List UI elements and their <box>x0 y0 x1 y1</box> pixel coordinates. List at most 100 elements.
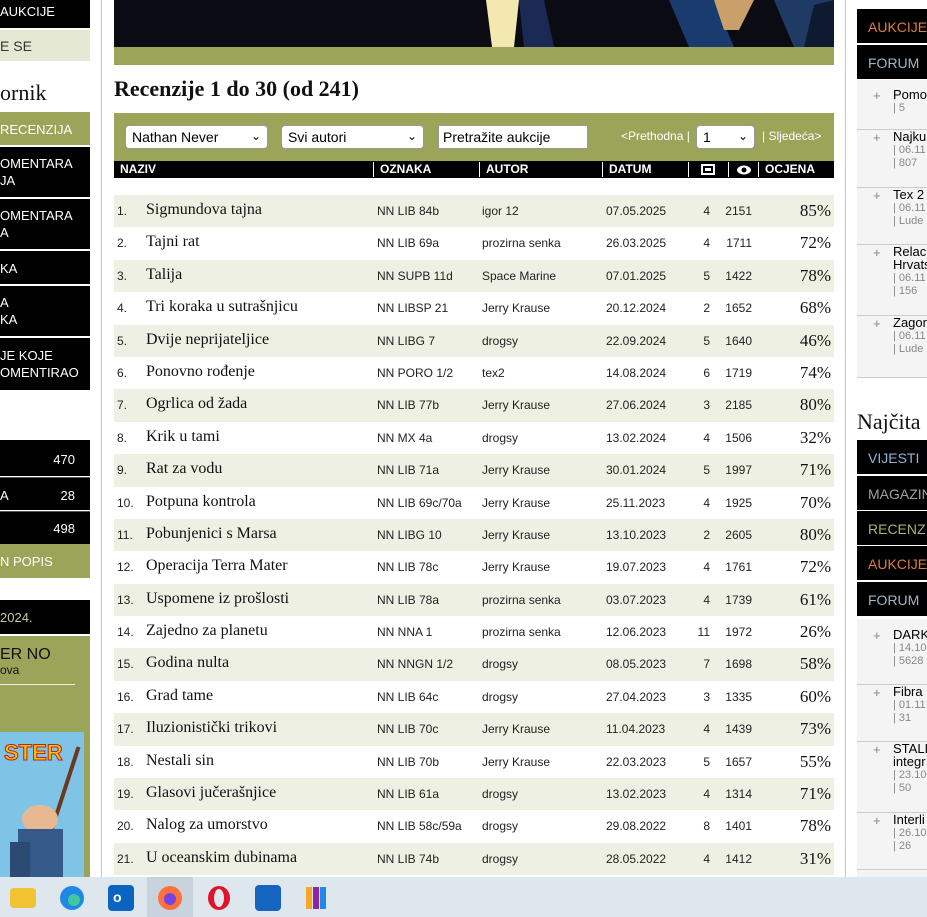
opera-icon[interactable] <box>206 885 232 911</box>
review-title-link[interactable]: Godina nulta <box>146 654 229 672</box>
table-row[interactable]: 17. Iluzionistički trikovi NN LIB 70c Jerry… <box>114 713 834 746</box>
table-row[interactable]: 19. Glasovi jučerašnjice NN LIB 61a drogsy 1… <box>114 778 834 811</box>
menu-item-3[interactable]: OMENTARA A <box>0 199 90 249</box>
review-title-link[interactable]: Grad tame <box>146 687 213 705</box>
author-link[interactable]: drogsy <box>482 787 518 801</box>
author-link[interactable]: drogsy <box>482 657 518 671</box>
review-title-link[interactable]: Sigmundova tajna <box>146 201 262 219</box>
review-title-link[interactable]: Ponovno rođenje <box>146 363 255 381</box>
most-read-item[interactable]: + STALI integr | 23.10 | 50 <box>857 742 927 813</box>
app-icon[interactable] <box>304 885 330 911</box>
table-row[interactable]: 9. Rat za vodu NN LIB 71a Jerry Krause 30.01… <box>114 454 834 487</box>
menu-item-4[interactable]: KA <box>0 251 90 284</box>
nav-login-link[interactable]: E SE <box>0 30 90 61</box>
table-row[interactable]: 20. Nalog za umorstvo NN LIB 58c/59a drogsy… <box>114 810 834 842</box>
series-select[interactable]: Nathan Never ⌄ <box>125 125 268 149</box>
review-title-link[interactable]: Glasovi jučerašnjice <box>146 784 276 802</box>
author-link[interactable]: Jerry Krause <box>482 755 550 769</box>
author-link[interactable]: drogsy <box>482 690 518 704</box>
firefox-icon[interactable] <box>157 885 183 911</box>
author-link[interactable]: prozirna senka <box>482 625 561 639</box>
forum-topic-item[interactable]: + Najku | 06.11 | 807 <box>857 130 927 188</box>
author-link[interactable]: drogsy <box>482 334 518 348</box>
table-row[interactable]: 2. Tajni rat NN LIB 69a prozirna senka 26.03… <box>114 227 834 259</box>
review-title-link[interactable]: Talija <box>146 266 182 284</box>
review-title-link[interactable]: Krik u tami <box>146 428 220 446</box>
col-code[interactable]: OZNAKA <box>373 162 479 177</box>
tab-forum-top[interactable]: FORUM <box>857 45 927 79</box>
table-row[interactable]: 8. Krik u tami NN MX 4a drogsy 13.02.2024 4 15… <box>114 422 834 454</box>
prev-page-link[interactable]: <Prethodna | <box>621 129 690 143</box>
review-title-link[interactable]: Pobunjenici s Marsa <box>146 525 277 543</box>
most-read-tab[interactable]: RECENZ <box>857 511 927 545</box>
col-comments[interactable] <box>688 162 728 177</box>
review-title-link[interactable]: Potpuna kontrola <box>146 493 256 511</box>
file-explorer-icon[interactable] <box>10 888 36 908</box>
table-row[interactable]: 7. Ogrlica od žada NN LIB 77b Jerry Krause 2… <box>114 389 834 422</box>
full-list-link[interactable]: N POPIS <box>0 544 90 578</box>
author-link[interactable]: drogsy <box>482 819 518 833</box>
author-link[interactable]: Jerry Krause <box>482 496 550 510</box>
author-link[interactable]: Space Marine <box>482 269 556 283</box>
author-link[interactable]: tex2 <box>482 366 505 380</box>
forum-topic-item[interactable]: + Tex 2 | 06.11 | Lude <box>857 188 927 245</box>
forum-topic-item[interactable]: + Pomo | 5 <box>857 88 927 130</box>
menu-item-6[interactable]: JE KOJE OMENTIRAO <box>0 338 90 390</box>
review-title-link[interactable]: Rat za vodu <box>146 460 222 478</box>
review-title-link[interactable]: U oceanskim dubinama <box>146 849 297 867</box>
table-row[interactable]: 11. Pobunjenici s Marsa NN LIBG 10 Jerry Kr… <box>114 518 834 552</box>
author-link[interactable]: Jerry Krause <box>482 398 550 412</box>
author-link[interactable]: Jerry Krause <box>482 463 550 477</box>
table-row[interactable]: 4. Tri koraka u sutrašnjicu NN LIBSP 21 Jer… <box>114 292 834 324</box>
promo-cover[interactable]: STER <box>0 724 90 877</box>
nav-auction-link[interactable]: AUKCIJE <box>0 0 90 28</box>
most-read-tab[interactable]: FORUM <box>857 582 927 616</box>
review-title-link[interactable]: Uspomene iz prošlosti <box>146 590 289 608</box>
author-link[interactable]: igor 12 <box>482 204 519 218</box>
menu-item-5[interactable]: A KA <box>0 286 90 336</box>
table-row[interactable]: 14. Zajedno za planetu NN NNA 1 prozirna se… <box>114 616 834 648</box>
review-title-link[interactable]: Tajni rat <box>146 233 200 251</box>
author-link[interactable]: Jerry Krause <box>482 722 550 736</box>
menu-item-2[interactable]: OMENTARA JA <box>0 147 90 197</box>
author-link[interactable]: Jerry Krause <box>482 528 550 542</box>
menu-reviews[interactable]: RECENZIJA <box>0 112 90 145</box>
col-rating[interactable]: OCJENA <box>758 162 834 177</box>
edge-icon[interactable] <box>59 885 85 911</box>
next-page-link[interactable]: | Sljedeća> <box>762 129 822 143</box>
author-select[interactable]: Svi autori ⌄ <box>281 125 424 149</box>
review-title-link[interactable]: Dvije neprijateljice <box>146 331 269 349</box>
author-link[interactable]: Jerry Krause <box>482 560 550 574</box>
author-link[interactable]: prozirna senka <box>482 236 561 250</box>
author-link[interactable]: drogsy <box>482 852 518 866</box>
search-input[interactable]: Pretražite aukcije <box>438 125 588 149</box>
most-read-tab[interactable]: MAGAZIN <box>857 476 927 510</box>
most-read-tab[interactable]: AUKCIJE <box>857 546 927 580</box>
author-link[interactable]: prozirna senka <box>482 593 561 607</box>
most-read-item[interactable]: + Interli | 26.10 | 26 <box>857 813 927 870</box>
review-title-link[interactable]: Nalog za umorstvo <box>146 816 268 834</box>
table-row[interactable]: 3. Talija NN SUPB 11d Space Marine 07.01.202… <box>114 259 834 293</box>
review-title-link[interactable]: Nestali sin <box>146 752 214 770</box>
review-title-link[interactable]: Operacija Terra Mater <box>146 557 288 575</box>
review-title-link[interactable]: Iluzionistički trikovi <box>146 719 277 737</box>
table-row[interactable]: 16. Grad tame NN LIB 64c drogsy 27.04.2023 3 1… <box>114 681 834 713</box>
table-row[interactable]: 6. Ponovno rođenje NN PORO 1/2 tex2 14.08.20… <box>114 357 834 389</box>
outlook-icon[interactable]: o <box>108 885 134 911</box>
author-link[interactable]: drogsy <box>482 431 518 445</box>
review-title-link[interactable]: Tri koraka u sutrašnjicu <box>146 298 298 316</box>
table-row[interactable]: 1. Sigmundova tajna NN LIB 84b igor 12 07.05… <box>114 195 834 228</box>
table-row[interactable]: 15. Godina nulta NN NNGN 1/2 drogsy 08.05.20… <box>114 648 834 681</box>
col-views[interactable] <box>728 162 758 177</box>
col-date[interactable]: DATUM <box>602 162 688 177</box>
forum-topic-item[interactable]: + Zagor | 06.11 | Lude <box>857 316 927 378</box>
tab-auctions-top[interactable]: AUKCIJE <box>857 9 927 43</box>
col-name[interactable]: NAZIV <box>114 162 373 177</box>
most-read-item[interactable]: + DARK | 14.10 | 5628 <box>857 628 927 685</box>
review-title-link[interactable]: Zajedno za planetu <box>146 622 268 640</box>
promo-block[interactable]: ER NO ova <box>0 636 90 724</box>
col-author[interactable]: AUTOR <box>479 162 602 177</box>
page-select[interactable]: 1 ⌄ <box>696 125 755 149</box>
table-row[interactable]: 5. Dvije neprijateljice NN LIBG 7 drogsy 22.… <box>114 324 834 357</box>
forum-topic-item[interactable]: + Relac Hrvats | 06.11 | 156 <box>857 245 927 316</box>
